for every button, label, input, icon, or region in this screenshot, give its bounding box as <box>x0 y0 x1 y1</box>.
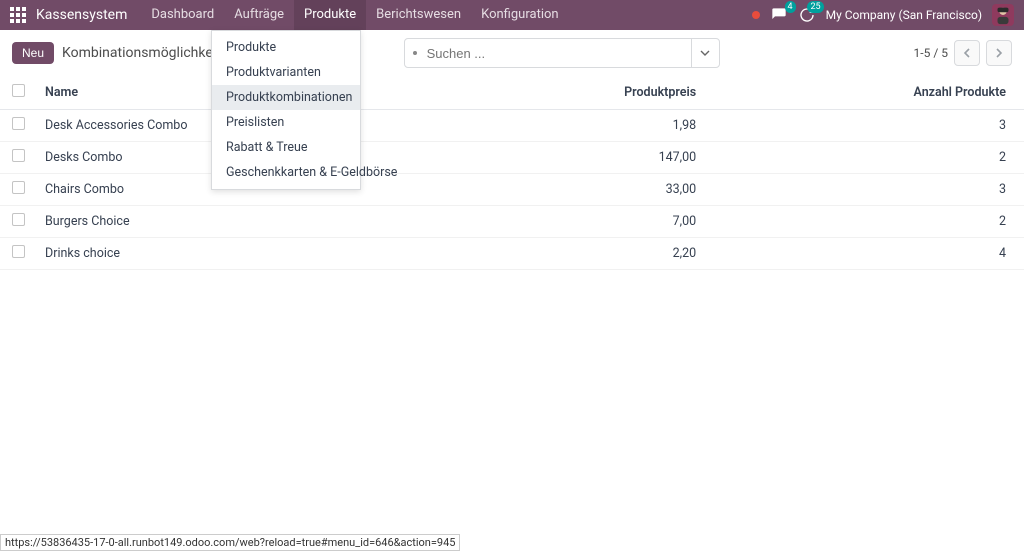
cell-count: 2 <box>706 142 1024 174</box>
row-checkbox[interactable] <box>12 149 25 162</box>
row-checkbox[interactable] <box>12 245 25 258</box>
cell-price: 147,00 <box>463 142 706 174</box>
row-checkbox[interactable] <box>12 181 25 194</box>
browser-status-url: https://53836435-17-0-all.runbot149.odoo… <box>0 534 460 551</box>
col-price[interactable]: Produktpreis <box>463 76 706 110</box>
dropdown-item[interactable]: Preislisten <box>212 110 360 135</box>
pager-prev-button[interactable] <box>954 40 980 66</box>
topbar-right: 4 25 My Company (San Francisco) <box>752 4 1014 26</box>
cell-name: Drinks choice <box>35 238 463 270</box>
search-options-toggle[interactable] <box>691 39 719 67</box>
cell-count: 3 <box>706 174 1024 206</box>
row-checkbox[interactable] <box>12 213 25 226</box>
dropdown-item[interactable]: Rabatt & Treue <box>212 135 360 160</box>
search-indicator-icon <box>413 51 417 55</box>
cell-price: 7,00 <box>463 206 706 238</box>
table-row[interactable]: Desks Combo147,002 <box>0 142 1024 174</box>
pager: 1-5 / 5 <box>914 40 1012 66</box>
col-count[interactable]: Anzahl Produkte <box>706 76 1024 110</box>
nav-item-konfiguration[interactable]: Konfiguration <box>471 0 568 30</box>
breadcrumb: Kombinationsmöglichkeiten <box>62 45 236 61</box>
pager-count: 1-5 / 5 <box>914 46 948 60</box>
messaging-icon[interactable]: 4 <box>770 6 788 24</box>
table-row[interactable]: Desk Accessories Combo1,983 <box>0 110 1024 142</box>
pager-next-button[interactable] <box>986 40 1012 66</box>
main-nav: DashboardAufträgeProdukteBerichtswesenKo… <box>141 0 568 30</box>
cell-count: 4 <box>706 238 1024 270</box>
dropdown-item[interactable]: Produktkombinationen <box>212 85 360 110</box>
products-dropdown: ProdukteProduktvariantenProduktkombinati… <box>211 30 361 190</box>
dropdown-item[interactable]: Produkte <box>212 35 360 60</box>
dropdown-item[interactable]: Produktvarianten <box>212 60 360 85</box>
top-navbar: Kassensystem DashboardAufträgeProdukteBe… <box>0 0 1024 30</box>
user-avatar[interactable] <box>992 4 1014 26</box>
dropdown-item[interactable]: Geschenkkarten & E-Geldbörse <box>212 160 360 185</box>
chevron-left-icon <box>963 48 971 58</box>
messaging-badge: 4 <box>785 1 796 13</box>
cell-count: 2 <box>706 206 1024 238</box>
chevron-down-icon <box>700 48 710 58</box>
new-button[interactable]: Neu <box>12 42 54 64</box>
cell-price: 1,98 <box>463 110 706 142</box>
app-brand: Kassensystem <box>36 7 127 23</box>
select-all-checkbox[interactable] <box>12 84 25 97</box>
table-row[interactable]: Drinks choice2,204 <box>0 238 1024 270</box>
table-row[interactable]: Chairs Combo33,003 <box>0 174 1024 206</box>
nav-item-aufträge[interactable]: Aufträge <box>224 0 294 30</box>
row-checkbox[interactable] <box>12 117 25 130</box>
activity-icon[interactable]: 25 <box>798 6 816 24</box>
nav-item-dashboard[interactable]: Dashboard <box>141 0 224 30</box>
combo-table: Name Produktpreis Anzahl Produkte Desk A… <box>0 76 1024 270</box>
chevron-right-icon <box>995 48 1003 58</box>
nav-item-berichtswesen[interactable]: Berichtswesen <box>366 0 471 30</box>
apps-icon[interactable] <box>10 7 26 23</box>
company-selector[interactable]: My Company (San Francisco) <box>826 8 982 22</box>
search-box <box>404 38 720 68</box>
control-panel: Neu Kombinationsmöglichkeiten ⚙ 1-5 / 5 <box>0 30 1024 76</box>
cell-count: 3 <box>706 110 1024 142</box>
table-row[interactable]: Burgers Choice7,002 <box>0 206 1024 238</box>
activity-badge: 25 <box>807 1 823 13</box>
search-input[interactable] <box>423 46 691 61</box>
table-header-row: Name Produktpreis Anzahl Produkte <box>0 76 1024 110</box>
status-dot-icon[interactable] <box>752 11 760 19</box>
cell-price: 2,20 <box>463 238 706 270</box>
cell-name: Burgers Choice <box>35 206 463 238</box>
cell-price: 33,00 <box>463 174 706 206</box>
nav-item-produkte[interactable]: Produkte <box>294 0 366 30</box>
